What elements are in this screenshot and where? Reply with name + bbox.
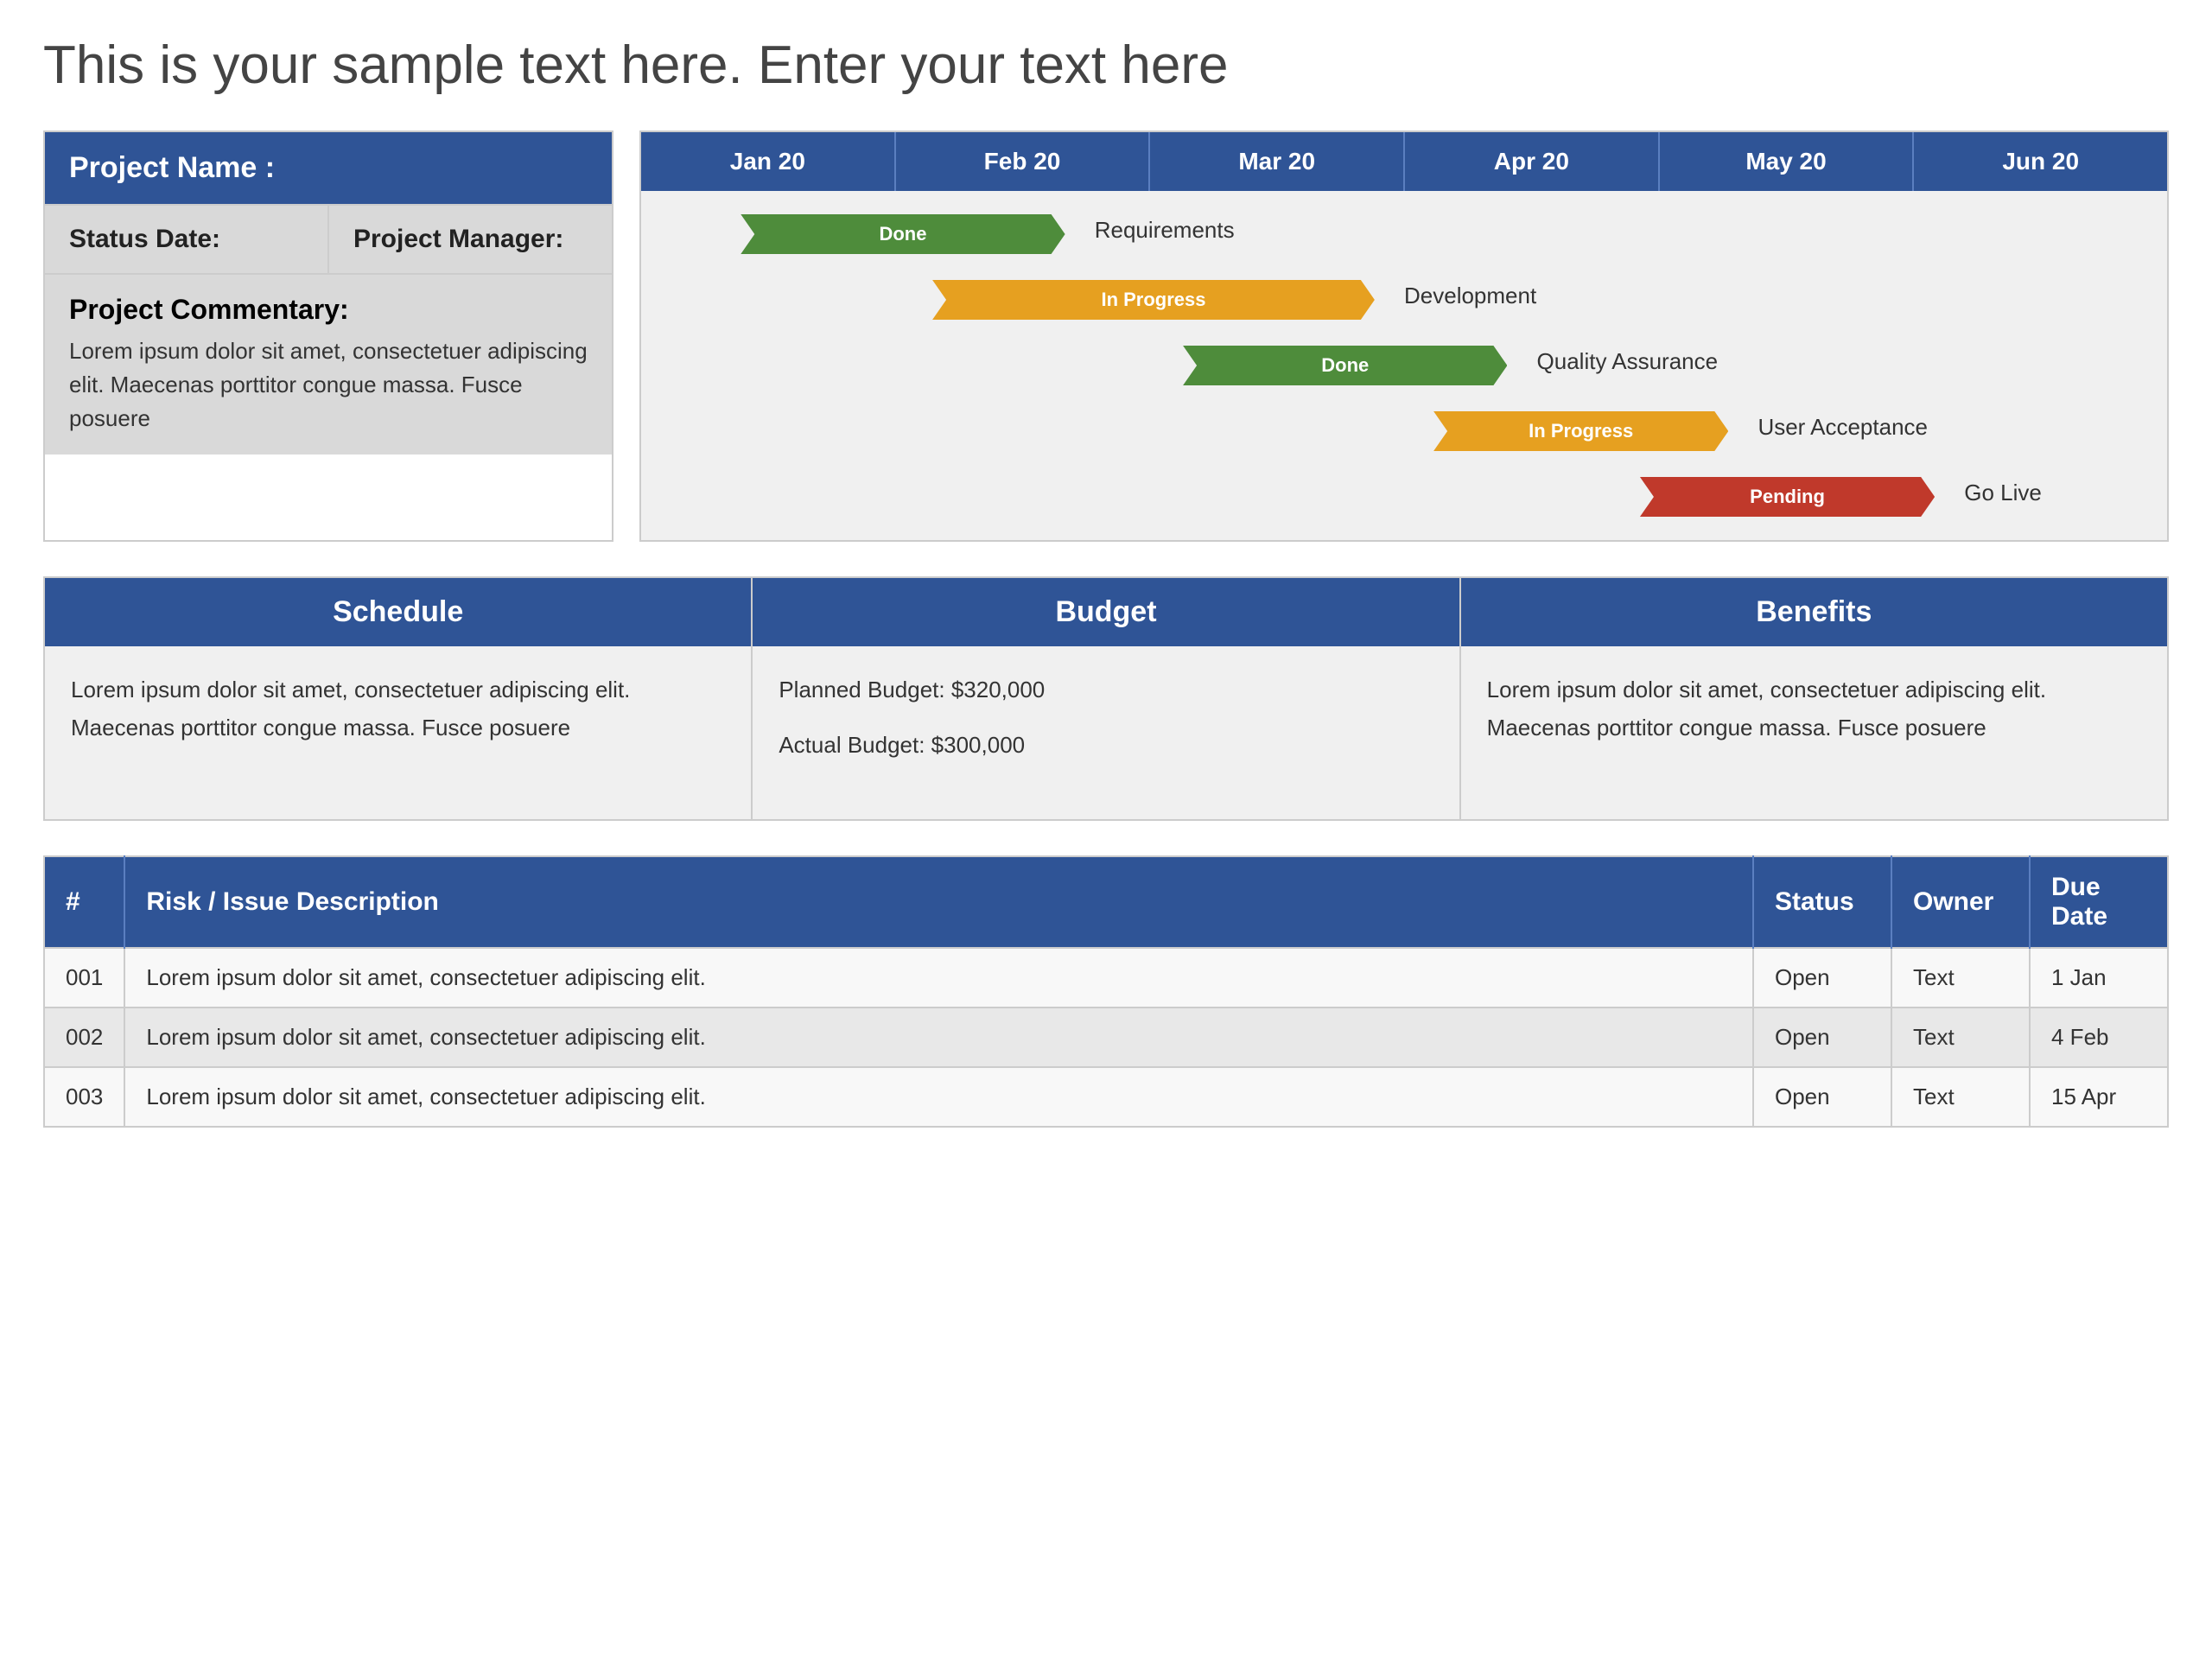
status-row: Status Date: Project Manager: bbox=[45, 204, 612, 273]
risk-cell-2-4: 15 Apr bbox=[2030, 1067, 2168, 1127]
page-title: This is your sample text here. Enter you… bbox=[43, 35, 2169, 96]
top-section: Project Name : Status Date: Project Mana… bbox=[43, 130, 2169, 542]
risk-cell-2-1: Lorem ipsum dolor sit amet, consectetuer… bbox=[124, 1067, 1753, 1127]
risk-header-1: Risk / Issue Description bbox=[124, 856, 1753, 948]
risk-cell-0-2: Open bbox=[1753, 948, 1891, 1007]
benefits-content: Lorem ipsum dolor sit amet, consectetuer… bbox=[1461, 646, 2167, 819]
gantt-row-4: Pending Go Live bbox=[667, 471, 2141, 523]
risk-cell-1-0: 002 bbox=[44, 1007, 124, 1067]
gantt-month-Jan-20: Jan 20 bbox=[641, 132, 896, 191]
project-name-row: Project Name : bbox=[45, 132, 612, 204]
project-manager-label: Project Manager: bbox=[353, 225, 563, 253]
mid-section: Schedule Lorem ipsum dolor sit amet, con… bbox=[43, 576, 2169, 821]
schedule-content: Lorem ipsum dolor sit amet, consectetuer… bbox=[45, 646, 751, 819]
risk-table: #Risk / Issue DescriptionStatusOwnerDue … bbox=[43, 855, 2169, 1128]
gantt-bar-0: Done bbox=[741, 214, 1065, 254]
status-date-cell: Status Date: bbox=[45, 206, 329, 273]
risk-cell-2-0: 003 bbox=[44, 1067, 124, 1127]
risk-cell-0-3: Text bbox=[1891, 948, 2030, 1007]
risk-cell-1-4: 4 Feb bbox=[2030, 1007, 2168, 1067]
schedule-col: Schedule Lorem ipsum dolor sit amet, con… bbox=[45, 578, 753, 819]
schedule-header: Schedule bbox=[45, 578, 751, 646]
gantt-label-0: Requirements bbox=[1095, 217, 1235, 244]
risk-row-2: 003Lorem ipsum dolor sit amet, consectet… bbox=[44, 1067, 2168, 1127]
risk-row-0: 001Lorem ipsum dolor sit amet, consectet… bbox=[44, 948, 2168, 1007]
gantt-bar-4: Pending bbox=[1640, 477, 1935, 517]
status-date-label: Status Date: bbox=[69, 225, 220, 253]
commentary-title: Project Commentary: bbox=[69, 294, 588, 326]
risk-cell-2-3: Text bbox=[1891, 1067, 2030, 1127]
gantt-bar-2: Done bbox=[1183, 346, 1507, 385]
risk-cell-0-4: 1 Jan bbox=[2030, 948, 2168, 1007]
risk-cell-2-2: Open bbox=[1753, 1067, 1891, 1127]
budget-content: Planned Budget: $320,000 Actual Budget: … bbox=[753, 646, 1459, 819]
risk-cell-1-2: Open bbox=[1753, 1007, 1891, 1067]
risk-cell-0-0: 001 bbox=[44, 948, 124, 1007]
gantt-month-Feb-20: Feb 20 bbox=[896, 132, 1151, 191]
actual-budget: Actual Budget: $300,000 bbox=[779, 726, 1433, 764]
risk-cell-1-1: Lorem ipsum dolor sit amet, consectetuer… bbox=[124, 1007, 1753, 1067]
gantt-label-2: Quality Assurance bbox=[1537, 348, 1719, 375]
gantt-label-3: User Acceptance bbox=[1758, 414, 1928, 441]
gantt-row-2: Done Quality Assurance bbox=[667, 340, 2141, 391]
gantt-month-Mar-20: Mar 20 bbox=[1150, 132, 1405, 191]
gantt-header: Jan 20Feb 20Mar 20Apr 20May 20Jun 20 bbox=[641, 132, 2167, 191]
planned-budget: Planned Budget: $320,000 bbox=[779, 671, 1433, 709]
risk-cell-1-3: Text bbox=[1891, 1007, 2030, 1067]
gantt-month-May-20: May 20 bbox=[1660, 132, 1915, 191]
risk-header-4: Due Date bbox=[2030, 856, 2168, 948]
project-name-label: Project Name : bbox=[69, 151, 275, 184]
risk-row-1: 002Lorem ipsum dolor sit amet, consectet… bbox=[44, 1007, 2168, 1067]
gantt-month-Apr-20: Apr 20 bbox=[1405, 132, 1660, 191]
budget-col: Budget Planned Budget: $320,000 Actual B… bbox=[753, 578, 1460, 819]
gantt-panel: Jan 20Feb 20Mar 20Apr 20May 20Jun 20 Don… bbox=[639, 130, 2169, 542]
risk-header-3: Owner bbox=[1891, 856, 2030, 948]
gantt-bar-3: In Progress bbox=[1433, 411, 1728, 451]
benefits-col: Benefits Lorem ipsum dolor sit amet, con… bbox=[1461, 578, 2167, 819]
risk-header-0: # bbox=[44, 856, 124, 948]
gantt-row-1: In Progress Development bbox=[667, 274, 2141, 326]
gantt-label-1: Development bbox=[1404, 283, 1536, 309]
gantt-row-3: In Progress User Acceptance bbox=[667, 405, 2141, 457]
commentary-text: Lorem ipsum dolor sit amet, consectetuer… bbox=[69, 334, 588, 435]
gantt-body: Done Requirements In Progress Development Do… bbox=[641, 191, 2167, 540]
left-panel: Project Name : Status Date: Project Mana… bbox=[43, 130, 613, 542]
risk-cell-0-1: Lorem ipsum dolor sit amet, consectetuer… bbox=[124, 948, 1753, 1007]
risk-header-2: Status bbox=[1753, 856, 1891, 948]
gantt-label-4: Go Live bbox=[1964, 480, 2042, 506]
commentary-row: Project Commentary: Lorem ipsum dolor si… bbox=[45, 273, 612, 454]
budget-header: Budget bbox=[753, 578, 1459, 646]
gantt-month-Jun-20: Jun 20 bbox=[1914, 132, 2167, 191]
project-manager-cell: Project Manager: bbox=[329, 206, 612, 273]
gantt-bar-1: In Progress bbox=[932, 280, 1375, 320]
benefits-header: Benefits bbox=[1461, 578, 2167, 646]
gantt-row-0: Done Requirements bbox=[667, 208, 2141, 260]
